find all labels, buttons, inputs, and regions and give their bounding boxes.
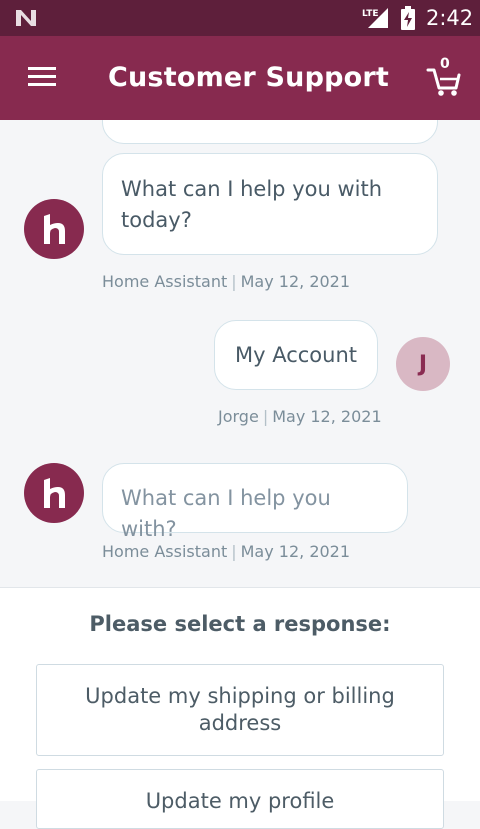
message-sender: Home Assistant	[102, 272, 228, 291]
message-date: May 12, 2021	[240, 272, 351, 291]
page-title: Customer Support	[108, 62, 390, 93]
status-bar: LTE 2:42	[0, 0, 480, 36]
message-bubble-previous	[102, 120, 438, 144]
lte-signal-icon: LTE	[362, 8, 388, 28]
response-option-label: Update my profile	[145, 789, 335, 813]
avatar: J	[396, 337, 450, 391]
message-bubble-assistant: What can I help you with?	[102, 463, 408, 541]
battery-charging-icon	[401, 6, 415, 30]
app-bar: Customer Support 0	[0, 36, 480, 120]
response-panel: Please select a response: Update my ship…	[0, 587, 480, 829]
notification-n-icon	[16, 10, 36, 26]
message-meta: Home Assistant | May 12, 2021	[102, 542, 351, 561]
home-assistant-logo	[44, 214, 65, 244]
message-date: May 12, 2021	[240, 542, 351, 561]
response-option-update-profile[interactable]: Update my profile	[36, 769, 444, 829]
message-meta: Jorge | May 12, 2021	[218, 407, 382, 426]
message-sender: Home Assistant	[102, 542, 228, 561]
message-text: What can I help you with?	[121, 486, 331, 541]
assistant-avatar	[24, 199, 84, 259]
message-text: What can I help you with today?	[121, 177, 383, 232]
hamburger-icon[interactable]	[26, 64, 58, 90]
assistant-avatar	[24, 463, 84, 523]
response-option-label: Update my shipping or billing address	[85, 684, 395, 735]
message-meta: Home Assistant | May 12, 2021	[102, 272, 351, 291]
message-bubble-assistant: What can I help you with today?	[102, 153, 438, 255]
avatar-initial: J	[418, 351, 428, 377]
home-assistant-logo	[44, 478, 65, 508]
response-option-update-address[interactable]: Update my shipping or billing address	[36, 664, 444, 756]
clock: 2:42	[426, 6, 474, 30]
message-bubble-user: My Account	[214, 320, 378, 390]
message-text: My Account	[234, 343, 357, 367]
response-prompt: Please select a response:	[89, 612, 391, 636]
chat-thread[interactable]: What can I help you with today? Home Ass…	[0, 120, 480, 587]
network-label: LTE	[362, 9, 379, 19]
cart-count-badge: 0	[440, 56, 450, 72]
message-date: May 12, 2021	[272, 407, 382, 426]
message-sender: Jorge	[218, 407, 259, 426]
